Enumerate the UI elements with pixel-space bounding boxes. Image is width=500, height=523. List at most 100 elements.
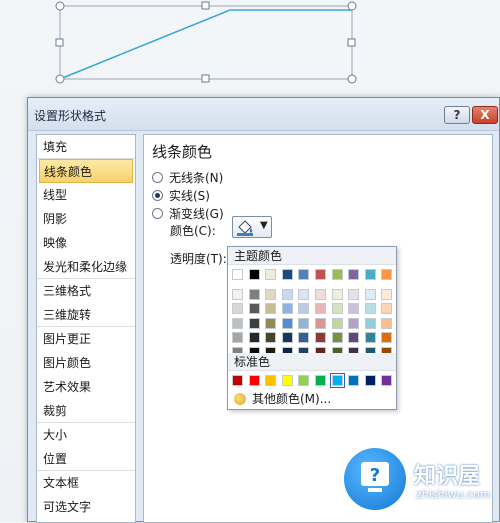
help-button[interactable]: ? [444,106,470,124]
theme-color-swatch[interactable] [348,269,360,280]
nav-item[interactable]: 线型 [37,183,135,207]
radio-gradient-line[interactable]: 渐变线(G) [152,205,224,223]
theme-color-swatch[interactable] [348,332,360,343]
nav-item[interactable]: 三维旋转 [37,303,135,327]
watermark-site: zhishiwu.com [416,488,491,501]
radio-no-line[interactable]: 无线条(N) [152,169,223,187]
theme-color-swatch[interactable] [381,269,393,280]
theme-color-swatch[interactable] [265,288,277,300]
standard-colors-header: 标准色 [228,353,396,371]
nav-item[interactable]: 线条颜色 [39,159,133,183]
nav-item[interactable]: 三维格式 [37,279,135,303]
theme-color-swatch[interactable] [331,303,343,314]
theme-color-swatch[interactable] [281,303,293,314]
chevron-down-icon: ▼ [260,220,268,231]
more-colors-label: 其他颜色(M)... [252,392,332,406]
theme-color-swatch[interactable] [331,317,343,329]
theme-color-swatch[interactable] [248,332,260,343]
nav-item[interactable]: 图片颜色 [37,351,135,375]
theme-color-swatch[interactable] [281,269,293,280]
color-dropdown-button[interactable]: ▼ [232,216,272,238]
theme-color-swatch[interactable] [298,303,310,314]
theme-color-swatch[interactable] [265,303,277,314]
theme-color-swatch[interactable] [364,288,376,300]
standard-color-swatch[interactable] [298,375,310,386]
watermark-logo-icon: ? [344,448,406,510]
theme-color-swatch[interactable] [281,332,293,343]
nav-item[interactable]: 位置 [37,447,135,471]
watermark: ? 知识屋 zhishiwu.com [326,436,500,522]
theme-color-swatch[interactable] [381,288,393,300]
theme-color-swatch[interactable] [248,303,260,314]
theme-color-swatch[interactable] [364,317,376,329]
theme-color-swatch[interactable] [331,269,343,280]
theme-color-swatch[interactable] [248,288,260,300]
standard-color-swatch[interactable] [364,375,376,386]
theme-color-swatch[interactable] [381,303,393,314]
theme-color-swatch[interactable] [298,269,310,280]
standard-color-swatch[interactable] [329,373,345,388]
nav-item[interactable]: 发光和柔化边缘 [37,255,135,279]
nav-item[interactable]: 大小 [37,423,135,447]
standard-color-swatch[interactable] [315,375,326,386]
theme-color-swatch[interactable] [232,303,243,314]
theme-color-swatch[interactable] [315,269,326,280]
theme-color-swatch[interactable] [381,332,393,343]
nav-item[interactable]: 可选文字 [37,495,135,519]
panel-title: 线条颜色 [152,143,213,161]
theme-color-swatch[interactable] [364,303,376,314]
color-wheel-icon [234,393,246,405]
theme-color-swatch[interactable] [348,317,360,329]
radio-indicator[interactable] [152,190,163,201]
theme-color-swatch[interactable] [232,288,243,300]
theme-color-swatch[interactable] [265,269,277,280]
nav-item[interactable]: 艺术效果 [37,375,135,399]
theme-color-swatch[interactable] [348,288,360,300]
theme-color-swatch[interactable] [232,317,243,329]
theme-color-swatch[interactable] [232,332,243,343]
transparency-label: 透明度(T): [170,252,227,266]
theme-color-swatch[interactable] [364,332,376,343]
theme-color-swatch[interactable] [364,269,376,280]
radio-solid-line[interactable]: 实线(S) [152,187,210,205]
theme-color-swatch[interactable] [298,288,310,300]
dialog-title: 设置形状格式 [34,109,107,123]
radio-indicator[interactable] [152,172,163,183]
dialog-titlebar[interactable]: 设置形状格式 ? X [28,98,499,131]
theme-color-swatch[interactable] [348,303,360,314]
theme-color-swatch[interactable] [248,269,260,280]
theme-color-swatch[interactable] [331,332,343,343]
standard-color-swatch[interactable] [381,375,393,386]
nav-item[interactable]: 阴影 [37,207,135,231]
radio-indicator[interactable] [152,208,163,219]
nav-item[interactable]: 文本框 [37,471,135,495]
theme-color-swatch[interactable] [281,317,293,329]
theme-color-swatch[interactable] [298,317,310,329]
theme-color-swatch[interactable] [265,332,277,343]
nav-item[interactable]: 填充 [37,135,135,159]
theme-color-swatch[interactable] [232,269,243,280]
theme-color-swatch[interactable] [315,317,326,329]
more-colors-item[interactable]: 其他颜色(M)... [230,391,394,407]
close-button[interactable]: X [472,106,498,124]
color-palette-popup: 主题颜色 标准色 其他颜色(M)... [227,246,397,410]
theme-color-swatch[interactable] [265,317,277,329]
theme-color-swatch[interactable] [298,332,310,343]
theme-color-swatch[interactable] [315,288,326,300]
theme-color-swatch[interactable] [331,288,343,300]
nav-item[interactable]: 映像 [37,231,135,255]
watermark-brand: 知识屋 [414,464,481,489]
theme-color-swatch[interactable] [315,303,326,314]
nav-item[interactable]: 图片更正 [37,327,135,351]
standard-color-swatch[interactable] [248,375,260,386]
theme-color-swatch[interactable] [381,317,393,329]
standard-color-swatch[interactable] [348,375,360,386]
theme-color-swatch[interactable] [315,332,326,343]
standard-color-swatch[interactable] [281,375,293,386]
theme-color-swatch[interactable] [248,317,260,329]
standard-color-swatch[interactable] [265,375,277,386]
selected-line-shape[interactable] [0,0,500,100]
nav-item[interactable]: 裁剪 [37,399,135,423]
theme-color-swatch[interactable] [281,288,293,300]
standard-color-swatch[interactable] [232,375,243,386]
